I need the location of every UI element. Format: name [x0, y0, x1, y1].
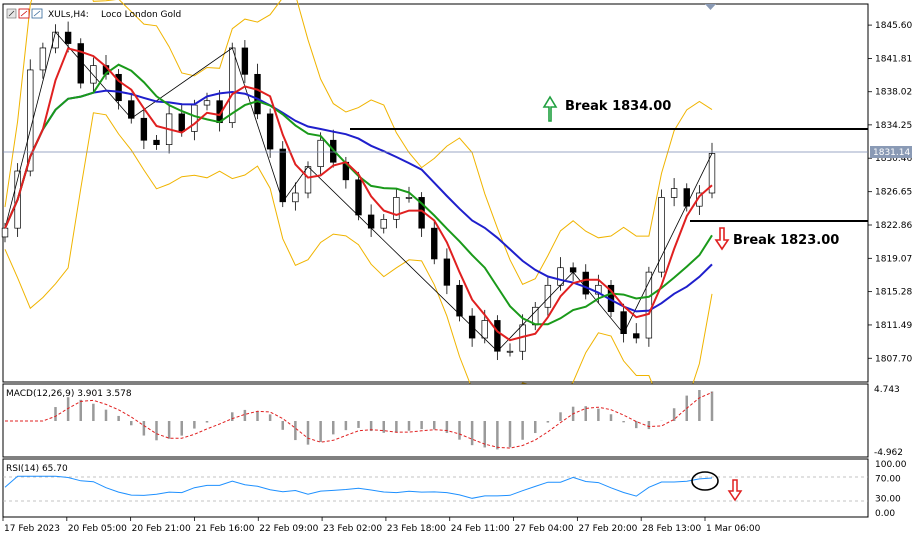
price-tick-label: 1834.25 [875, 121, 912, 131]
rsi-tick-label: 30.00 [875, 494, 901, 504]
candle-body [203, 100, 211, 106]
rsi-tick-label: 100.00 [875, 460, 907, 470]
time-tick-label: 23 Feb 02:00 [323, 524, 382, 534]
candle-body [569, 267, 577, 273]
price-tick-label: 1838.02 [875, 88, 912, 98]
break-up-label: Break 1834.00 [565, 99, 671, 114]
rsi-tick-label: 70.00 [875, 475, 901, 485]
time-axis: 17 Feb 2023 20 Feb 05:00 20 Feb 21:00 21 Fe… [2, 517, 761, 534]
macd-max-label: 4.743 [874, 385, 900, 395]
rsi-tick-label: 0.00 [875, 509, 895, 519]
candle-body [582, 271, 589, 295]
candle-body [90, 65, 97, 84]
price-tick-label: 1815.28 [875, 288, 912, 298]
candle-body [405, 197, 413, 199]
candle-body [39, 47, 47, 71]
time-tick-label: 27 Feb 04:00 [515, 524, 574, 534]
time-tick-label: 21 Feb 16:00 [195, 524, 254, 534]
rsi-axis: 100.00 70.00 30.00 0.00 [875, 460, 907, 519]
candle-body [64, 31, 72, 44]
price-tick-label: 1819.07 [875, 254, 912, 264]
time-tick-label: 20 Feb 21:00 [132, 524, 191, 534]
time-tick-label: 1 Mar 06:00 [706, 524, 761, 534]
price-axis: 1845.601841.811838.021834.251830.461826.… [868, 21, 912, 364]
candle-body [393, 197, 400, 220]
price-tick-label: 1807.70 [875, 354, 912, 364]
time-tick-label: 17 Feb 2023 [4, 524, 60, 534]
candle-body [380, 219, 387, 229]
candle-body [431, 227, 438, 260]
candle-body [304, 166, 312, 194]
candle-body [254, 73, 261, 115]
macd-min-label: -4.962 [874, 448, 903, 458]
break-down-label: Break 1823.00 [733, 233, 839, 248]
rsi-label: RSI(14) 65.70 [6, 464, 68, 474]
candle-body [494, 320, 501, 352]
candle-body [317, 139, 324, 167]
current-price-value: 1831.14 [873, 148, 910, 158]
price-tick-label: 1822.86 [875, 221, 912, 231]
symbol-label: XULs,H4: [48, 10, 89, 20]
candle-body [153, 139, 160, 146]
time-tick-label: 20 Feb 05:00 [68, 524, 127, 534]
candle-body [266, 113, 274, 150]
time-tick-label: 28 Feb 13:00 [642, 524, 701, 534]
time-tick-label: 27 Feb 20:00 [578, 524, 637, 534]
candle-body [456, 284, 463, 317]
macd-label: MACD(12,26,9) 3.901 3.578 [6, 389, 132, 399]
rsi-panel [2, 458, 869, 518]
candle-body [140, 117, 148, 141]
price-tick-label: 1841.81 [875, 54, 912, 64]
candle-body [506, 350, 514, 353]
candle-body [292, 192, 299, 203]
candle-body [355, 179, 362, 216]
candle-body [670, 188, 678, 198]
price-tick-label: 1811.49 [875, 321, 912, 331]
time-tick-label: 23 Feb 18:00 [387, 524, 446, 534]
price-panel [2, 3, 869, 383]
candle-body [279, 148, 286, 203]
chart-window: XULs,H4: Loco London Gold Break 1834.00 … [1, 0, 912, 534]
candle-body [683, 188, 690, 207]
macd-panel [2, 383, 869, 458]
candle-body [241, 47, 249, 75]
candle-body [1, 227, 9, 238]
candle-body [633, 333, 640, 339]
candle-body [481, 320, 488, 339]
candle-body [191, 104, 198, 132]
time-tick-label: 22 Feb 09:00 [259, 524, 318, 534]
time-tick-label: 24 Feb 11:00 [451, 524, 510, 534]
candle-body [178, 113, 185, 132]
price-tick-label: 1826.65 [875, 188, 912, 198]
instrument-label: Loco London Gold [101, 10, 181, 20]
candle-body [443, 258, 451, 286]
price-tick-label: 1845.60 [875, 21, 912, 31]
